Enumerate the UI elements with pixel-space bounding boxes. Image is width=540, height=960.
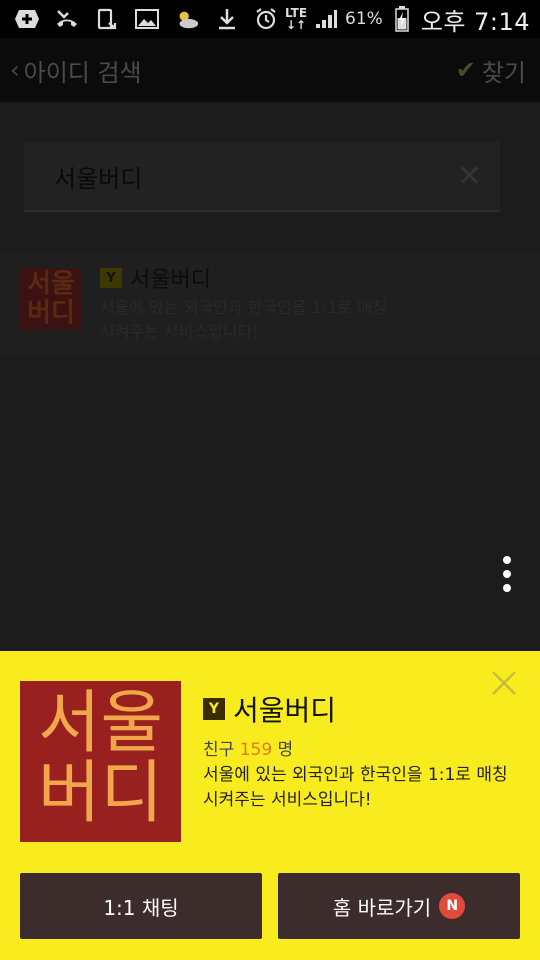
yellow-id-badge-icon: Y [100,268,122,288]
alarm-icon [253,6,279,32]
result-title-row: Y 서울버디 [100,262,211,294]
friend-count: 친구 159 명 [203,740,294,760]
clock: 오후 7:14 [420,7,530,36]
back-button[interactable]: ‹ 아이디 검색 [10,53,142,88]
battery-percent: 61% [345,9,383,29]
clear-icon[interactable]: ✕ [457,159,482,194]
image-icon [134,6,160,32]
profile-logo: 서울 버디 [20,681,181,842]
battery-icon [389,6,415,32]
screen-rotate-icon [94,6,120,32]
status-icons-right: LTE ↓↑ 61% 오후 7:14 [253,2,530,37]
search-input[interactable]: 서울버디 ✕ [24,142,500,212]
lte-icon: LTE ↓↑ [284,6,308,32]
profile-title: 서울버디 [233,694,337,727]
profile-title-row: Y 서울버디 [203,689,336,729]
yellow-id-badge-icon: Y [203,698,225,720]
result-logo: 서울 버디 [20,268,82,330]
chat-button[interactable]: 1:1 채팅 [20,873,262,939]
home-button[interactable]: 홈 바로가기 N [278,873,520,939]
more-options-icon[interactable] [502,556,512,592]
search-input-value: 서울버디 [54,164,143,193]
status-icons-left [14,6,240,32]
chevron-left-icon: ‹ [10,56,20,84]
profile-sheet: 서울 버디 Y 서울버디 친구 159 명 서울에 있는 외국인과 한국인을 1:… [0,651,540,960]
search-screen: ‹ 아이디 검색 ✔ 찾기 서울버디 ✕ 서울 버디 Y 서울버디 서울에 있는 … [0,38,540,651]
app-bar: ‹ 아이디 검색 ✔ 찾기 [0,38,540,102]
find-button[interactable]: ✔ 찾기 [456,53,526,88]
screen-title: 아이디 검색 [23,58,142,87]
weather-icon [174,6,200,32]
new-badge-icon: N [439,893,466,919]
result-description: 서울에 있는 외국인과 한국인을 1:1로 매칭시켜주는 서비스입니다! [100,298,387,341]
add-icon [14,6,40,32]
status-bar: LTE ↓↑ 61% 오후 7:14 [0,0,540,38]
home-button-label: 홈 바로가기 [332,895,432,920]
find-label: 찾기 [481,58,526,87]
signal-icon [313,6,339,32]
missed-call-icon [54,6,80,32]
download-icon [214,6,240,32]
result-title: 서울버디 [130,268,211,293]
profile-description: 서울에 있는 외국인과 한국인을 1:1로 매칭시켜주는 서비스입니다! [203,765,508,810]
search-result-item[interactable]: 서울 버디 Y 서울버디 서울에 있는 외국인과 한국인을 1:1로 매칭시켜주는… [0,254,540,354]
close-icon[interactable] [490,669,518,697]
check-icon: ✔ [455,56,476,84]
chat-button-label: 1:1 채팅 [103,895,179,920]
